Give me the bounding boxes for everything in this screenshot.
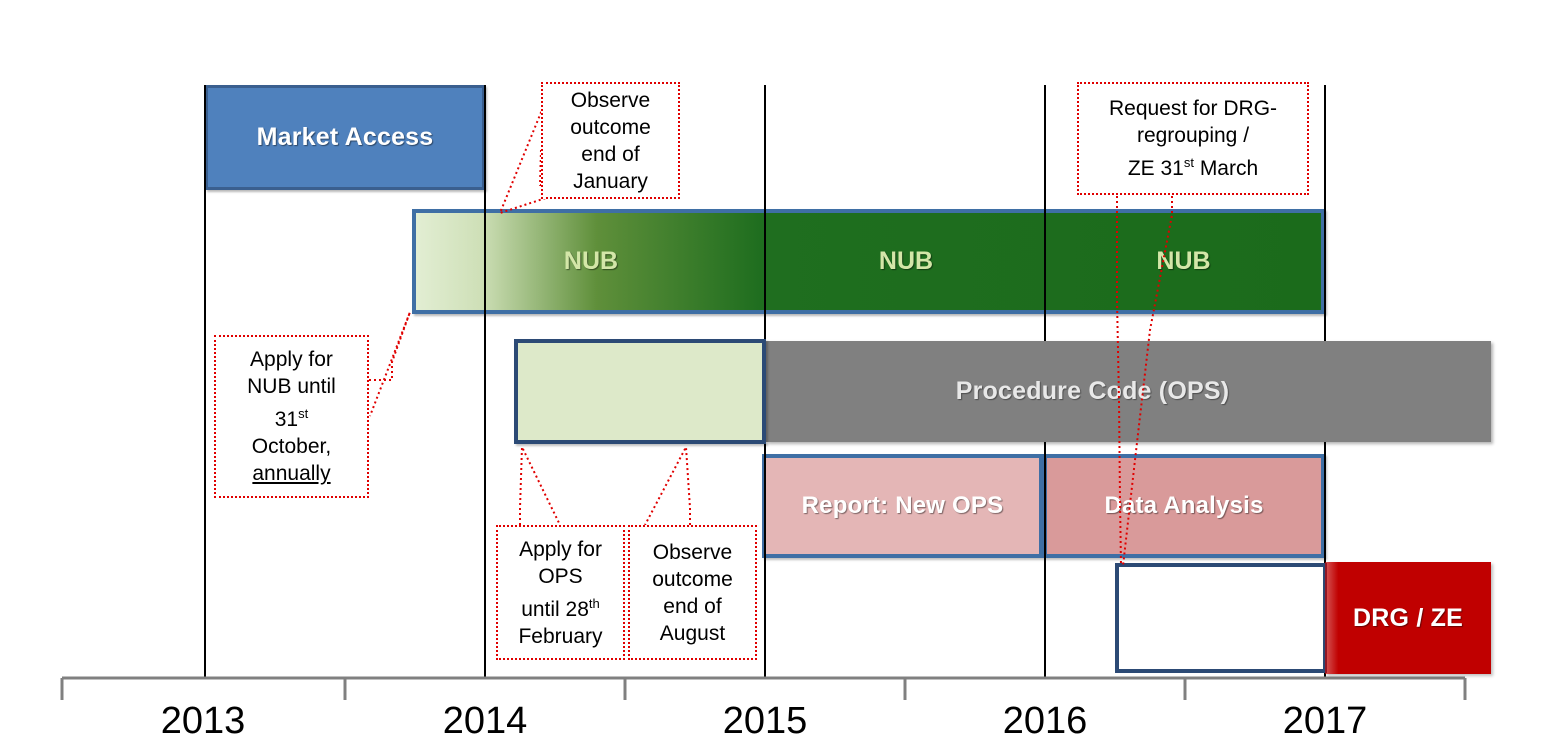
callout-apply-nub[interactable]: Apply for NUB until 31st October, annual…: [214, 335, 369, 498]
bar-drg-ze[interactable]: DRG / ZE: [1325, 562, 1491, 674]
callout-apply-nub-line-4: October,: [251, 435, 332, 458]
callout-apply-ops[interactable]: Apply for OPS until 28th February: [496, 525, 625, 660]
bar-data-analysis[interactable]: Data Analysis: [1043, 454, 1325, 558]
callout-observe-august-line-2: outcome: [652, 567, 733, 591]
axis-label-2013: 2013: [160, 700, 246, 742]
axis-label-2017: 2017: [1282, 700, 1368, 742]
callout-observe-january-line-1: Observe: [570, 88, 651, 112]
axis-label-2016: 2016: [1002, 700, 1088, 742]
callout-observe-august-line-3: end of: [663, 594, 722, 618]
callout-observe-january[interactable]: Observe outcome end of January: [541, 82, 680, 199]
callout-observe-august-line-4: August: [659, 621, 726, 645]
bar-drg-outline[interactable]: [1115, 563, 1327, 673]
callout-apply-ops-line-1: Apply for: [519, 537, 602, 561]
bar-market-access[interactable]: Market Access: [205, 85, 485, 190]
callout-apply-ops-line-2: OPS: [538, 564, 583, 588]
callout-apply-nub-line-3: 31st: [247, 400, 336, 433]
callout-apply-ops-line-4: February: [518, 624, 603, 648]
bar-nub-label-1: NUB: [563, 247, 619, 275]
bar-drg-ze-label: DRG / ZE: [1353, 603, 1463, 632]
bar-procedure-code-ops[interactable]: Procedure Code (OPS): [766, 341, 1491, 442]
bar-nub-label-3: NUB: [1156, 247, 1211, 275]
callout-apply-ops-day: until 28: [521, 597, 589, 621]
callout-observe-january-line-2: outcome: [570, 115, 651, 139]
callout-observe-january-line-3: end of: [581, 142, 640, 166]
callout-drg-request-date-sup: st: [1183, 155, 1194, 170]
callout-apply-nub-day-sup: st: [298, 406, 309, 421]
callout-apply-nub-line-5: annually: [247, 460, 336, 487]
callout-observe-august-line-1: Observe: [652, 540, 733, 564]
bar-report-new-ops-label: Report: New OPS: [801, 492, 1004, 519]
bar-procedure-code-ops-label: Procedure Code (OPS): [955, 377, 1230, 405]
bar-data-analysis-label: Data Analysis: [1104, 492, 1264, 519]
callout-apply-nub-line-2: NUB until: [247, 375, 336, 398]
timeline-diagram: Market Access NUB NUB NUB Procedure Code…: [0, 0, 1553, 756]
callout-drg-request-line-3: ZE 31st March: [1109, 149, 1277, 182]
callout-drg-request-date-pre: ZE 31: [1127, 157, 1184, 180]
leader-apply-ops: [519, 446, 561, 526]
leader-apply-nub: [369, 311, 411, 417]
axis-label-2015: 2015: [722, 700, 808, 742]
axis-line-and-ticks: [60, 676, 1467, 700]
bar-report-new-ops[interactable]: Report: New OPS: [762, 454, 1043, 558]
bar-nub[interactable]: NUB NUB NUB: [412, 209, 1325, 314]
leader-observe-august: [644, 446, 691, 526]
callout-apply-ops-day-sup: th: [588, 595, 600, 611]
callout-apply-ops-line-3: until 28th: [518, 590, 602, 623]
bar-market-access-label: Market Access: [256, 123, 434, 151]
callout-apply-nub-day: 31: [274, 408, 299, 431]
callout-drg-request-line-2: regrouping /: [1136, 124, 1250, 147]
axis-label-2014: 2014: [442, 700, 528, 742]
callout-drg-request-line-1: Request for DRG-: [1108, 97, 1278, 120]
callout-observe-january-line-4: January: [573, 169, 648, 193]
bar-nub-label-2: NUB: [878, 247, 934, 275]
callout-drg-request[interactable]: Request for DRG- regrouping / ZE 31st Ma…: [1077, 82, 1309, 195]
bar-ops-lead-in[interactable]: [514, 339, 766, 444]
callout-drg-request-date-post: March: [1193, 157, 1259, 180]
callout-apply-nub-annually: annually: [252, 462, 331, 485]
callout-observe-august[interactable]: Observe outcome end of August: [628, 525, 757, 660]
callout-apply-nub-line-1: Apply for: [250, 348, 333, 371]
